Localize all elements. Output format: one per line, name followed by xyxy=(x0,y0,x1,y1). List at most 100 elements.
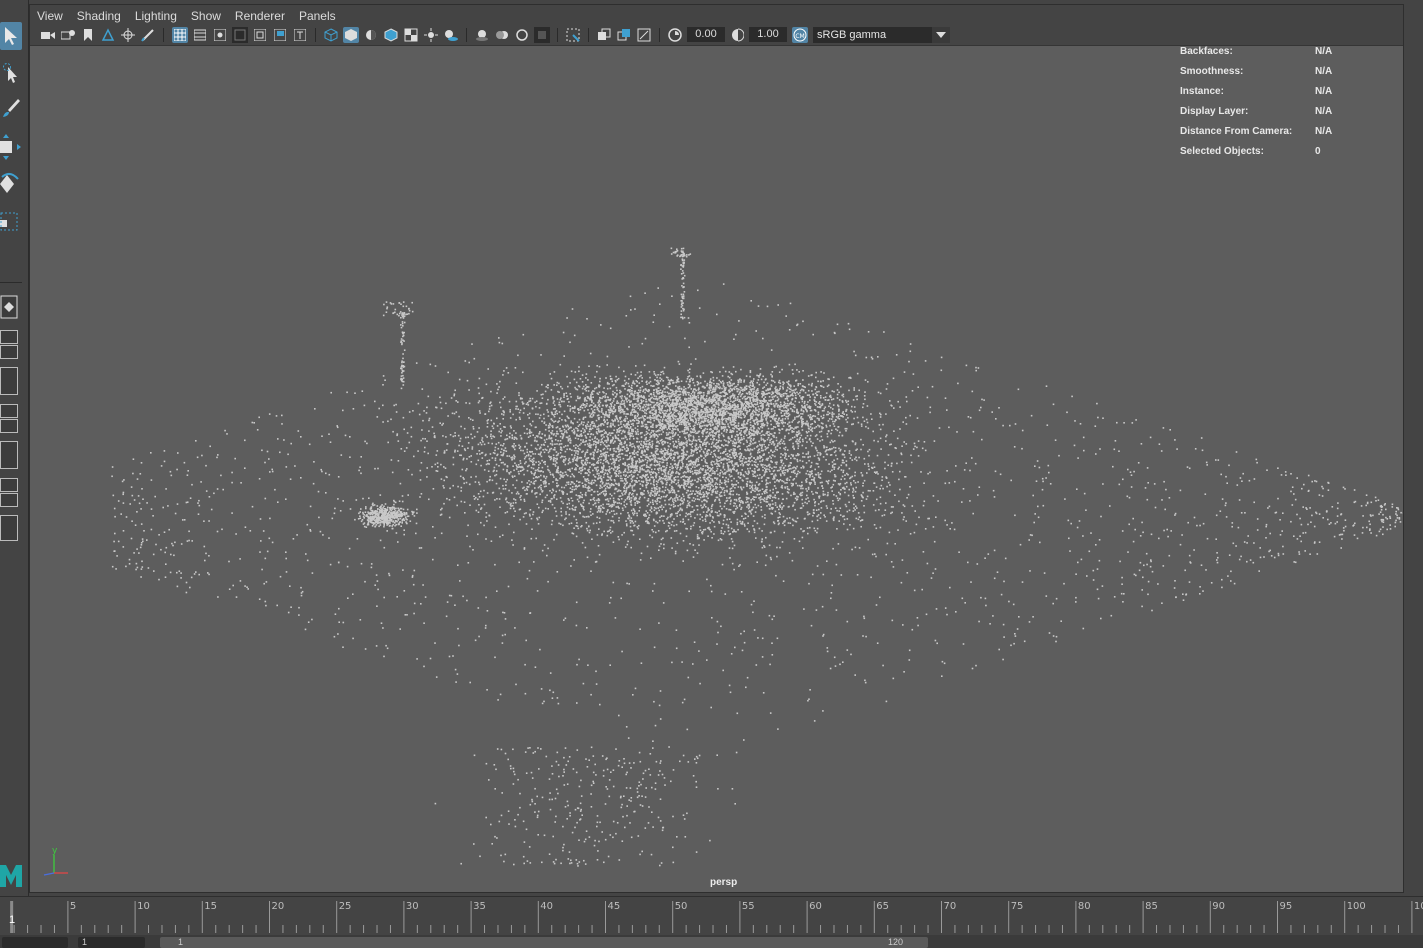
safe-title-icon[interactable] xyxy=(292,27,308,43)
rotate-tool-icon[interactable] xyxy=(0,170,22,198)
timeline-tick-label: 70 xyxy=(944,901,957,912)
layout-two-pane-icon[interactable] xyxy=(0,330,18,344)
move-tool-icon[interactable] xyxy=(0,133,22,161)
shadows-icon[interactable] xyxy=(443,27,459,43)
gamma-icon[interactable] xyxy=(730,27,746,43)
heads-up-display: Backfaces: N/A Smoothness: N/A Instance: N/… xyxy=(1180,46,1420,166)
resolution-gate-icon[interactable] xyxy=(212,27,228,43)
camera-select-icon[interactable] xyxy=(40,27,56,43)
layout-outliner-icon[interactable] xyxy=(0,478,18,492)
timeline-tick-label: 45 xyxy=(608,901,621,912)
layout-graph-editor-icon[interactable] xyxy=(0,493,18,507)
timeline-tick-label: 10 xyxy=(137,901,150,912)
hud-label: Smoothness: xyxy=(1180,66,1244,77)
select-tool-icon[interactable] xyxy=(0,22,22,50)
timeline-tick-label: 50 xyxy=(675,901,688,912)
hud-row-backfaces: Backfaces: N/A xyxy=(1180,46,1420,66)
hud-value: N/A xyxy=(1315,46,1333,57)
timeline-tick-label: 30 xyxy=(406,901,419,912)
wireframe-shading-icon[interactable] xyxy=(323,27,339,43)
scale-tool-icon[interactable] xyxy=(0,208,22,236)
film-gate-icon[interactable] xyxy=(192,27,208,43)
layout-stacked-icon[interactable] xyxy=(0,404,18,418)
image-plane-icon[interactable] xyxy=(100,27,116,43)
timeline-tick-label: 85 xyxy=(1145,901,1158,912)
playback-start-field[interactable]: 1 xyxy=(78,937,145,948)
xray-icon[interactable] xyxy=(596,27,612,43)
paint-select-tool-icon[interactable] xyxy=(0,95,22,123)
layout-dropdown-icon[interactable] xyxy=(0,515,18,541)
field-chart-icon[interactable] xyxy=(252,27,268,43)
motion-blur-icon[interactable] xyxy=(494,27,510,43)
time-slider[interactable]: 5 10 15 20 25 30 35 40 45 50 55 60 65 70 75 80 85 90 95 100… xyxy=(0,896,1423,933)
wireframe-on-shaded-icon[interactable] xyxy=(383,27,399,43)
hud-value: N/A xyxy=(1315,126,1333,137)
timeline-tick-label: 55 xyxy=(742,901,755,912)
menu-view[interactable]: View xyxy=(30,5,70,23)
anti-aliasing-icon[interactable] xyxy=(514,27,530,43)
smooth-shading-icon[interactable] xyxy=(343,27,359,43)
timeline-tick-label: 25 xyxy=(339,901,352,912)
hud-row-instance: Instance: N/A xyxy=(1180,86,1420,106)
default-material-icon[interactable] xyxy=(363,27,379,43)
view-transform-dropdown[interactable]: sRGB gamma xyxy=(813,27,950,43)
hud-value: N/A xyxy=(1315,106,1333,117)
color-management-icon[interactable]: CM xyxy=(792,27,808,43)
layout-side-by-side-icon[interactable] xyxy=(0,367,18,395)
panel-toolbar: 0.00 1.00 CM sRGB gamma xyxy=(30,25,1403,46)
view-axis-gizmo: y xyxy=(40,845,74,884)
camera-attributes-icon[interactable] xyxy=(60,27,76,43)
safe-action-icon[interactable] xyxy=(272,27,288,43)
exposure-field[interactable]: 0.00 xyxy=(687,27,725,42)
grid-toggle-icon[interactable] xyxy=(172,27,188,43)
hud-value: N/A xyxy=(1315,86,1333,97)
xray-components-icon[interactable] xyxy=(636,27,652,43)
use-all-lights-icon[interactable] xyxy=(423,27,439,43)
menu-show[interactable]: Show xyxy=(184,5,228,23)
menu-lighting[interactable]: Lighting xyxy=(128,5,184,23)
toolbox-divider xyxy=(0,282,22,283)
layout-single-icon[interactable] xyxy=(0,293,18,321)
lasso-tool-icon[interactable] xyxy=(0,60,22,88)
range-slider[interactable]: 1 120 xyxy=(160,937,928,948)
svg-text:CM: CM xyxy=(795,33,804,40)
timeline-tick-label: 5 xyxy=(70,901,76,912)
viewport-canvas[interactable] xyxy=(30,46,1403,892)
gate-mask-icon[interactable] xyxy=(232,27,248,43)
2d-pan-zoom-icon[interactable] xyxy=(120,27,136,43)
exposure-icon[interactable] xyxy=(667,27,683,43)
depth-of-field-icon[interactable] xyxy=(534,27,550,43)
timeline-tick-label: 40 xyxy=(540,901,553,912)
hud-row-distance-from-camera: Distance From Camera: N/A xyxy=(1180,126,1420,146)
menu-renderer[interactable]: Renderer xyxy=(228,5,292,23)
chevron-down-icon[interactable] xyxy=(932,27,950,43)
gamma-field[interactable]: 1.00 xyxy=(749,27,787,42)
bookmark-icon[interactable] xyxy=(80,27,96,43)
screen-space-ao-icon[interactable] xyxy=(474,27,490,43)
isolate-select-icon[interactable] xyxy=(565,27,581,43)
point-cloud xyxy=(111,247,1403,867)
layout-graph-icon[interactable] xyxy=(0,419,18,433)
hud-label: Backfaces: xyxy=(1180,46,1233,57)
xray-joints-icon[interactable] xyxy=(616,27,632,43)
hud-row-selected-objects: Selected Objects: 0 xyxy=(1180,146,1420,166)
animation-start-field[interactable] xyxy=(2,937,68,948)
timeline-tick-label: 15 xyxy=(204,901,217,912)
hud-label: Distance From Camera: xyxy=(1180,126,1293,137)
timeline-tick-label: 80 xyxy=(1078,901,1091,912)
hud-label: Selected Objects: xyxy=(1180,146,1264,157)
grease-pencil-icon[interactable] xyxy=(140,27,156,43)
layout-four-pane-icon[interactable] xyxy=(0,345,18,359)
current-frame-indicator[interactable]: 1 xyxy=(9,914,15,926)
timeline-tick-label: 60 xyxy=(809,901,822,912)
camera-name-label: persp xyxy=(710,877,738,888)
menu-shading[interactable]: Shading xyxy=(70,5,128,23)
hud-value: N/A xyxy=(1315,66,1333,77)
axis-y-label: y xyxy=(52,846,58,856)
menu-panels[interactable]: Panels xyxy=(292,5,343,23)
hud-label: Display Layer: xyxy=(1180,106,1249,117)
layout-persp-outliner-icon[interactable] xyxy=(0,441,18,469)
textured-icon[interactable] xyxy=(403,27,419,43)
timeline-tick-label: 90 xyxy=(1212,901,1225,912)
timeline-tick-label: 100 xyxy=(1347,901,1366,912)
